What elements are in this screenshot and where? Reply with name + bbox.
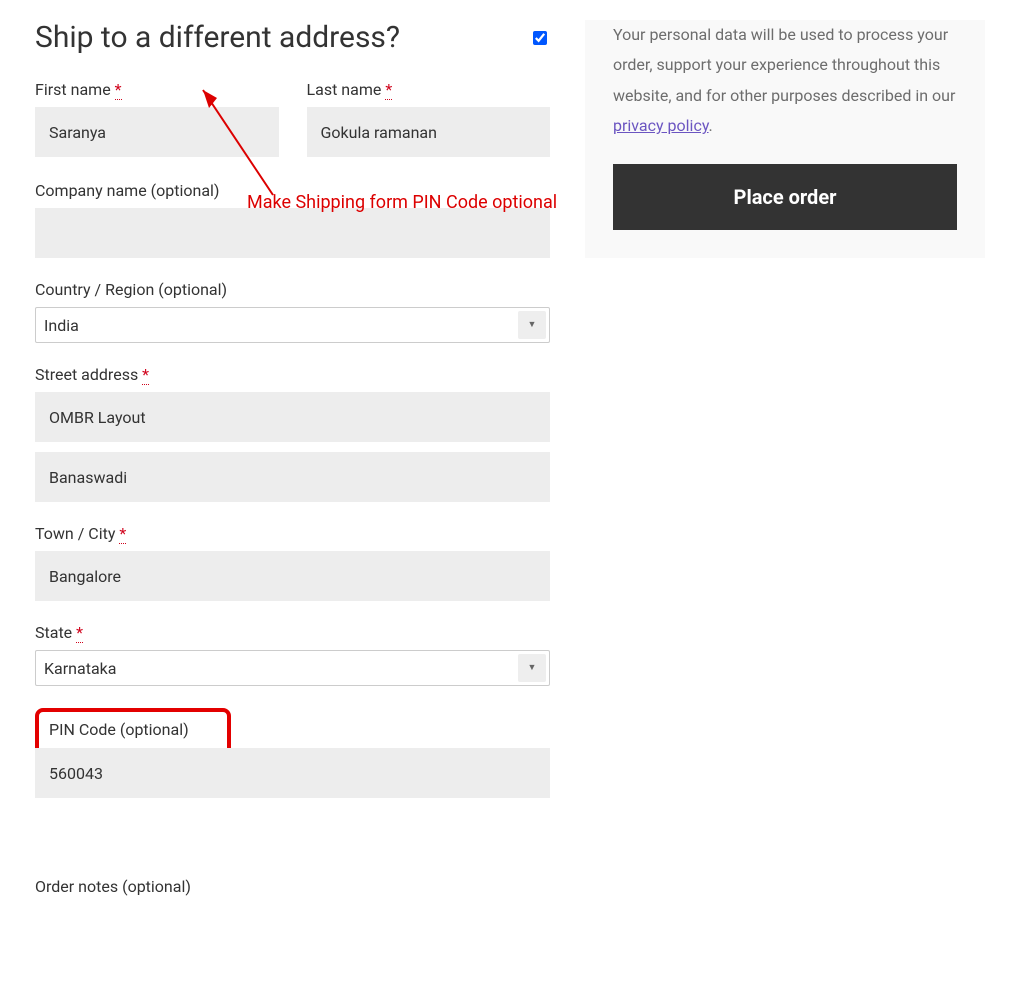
company-input[interactable]: [35, 208, 550, 258]
shipping-heading: Ship to a different address?: [35, 20, 400, 56]
pin-input[interactable]: [35, 748, 550, 798]
privacy-blurb: Your personal data will be used to proce…: [613, 25, 955, 105]
street-label: Street address *: [35, 365, 550, 384]
pin-label: PIN Code (optional): [49, 720, 219, 739]
country-select[interactable]: India ▼: [35, 307, 550, 343]
shipping-form: Ship to a different address? Make Shippi…: [0, 20, 585, 904]
label-text: First name: [35, 80, 111, 99]
privacy-text: Your personal data will be used to proce…: [613, 20, 957, 142]
period: .: [709, 116, 713, 135]
city-input[interactable]: [35, 551, 550, 601]
label-text: Street address: [35, 365, 138, 384]
company-label: Company name (optional): [35, 181, 550, 200]
city-label: Town / City *: [35, 524, 550, 543]
first-name-label: First name *: [35, 80, 279, 99]
label-text: Last name: [307, 80, 382, 99]
chevron-down-icon: ▼: [518, 311, 546, 339]
required-mark: *: [76, 623, 83, 643]
required-mark: *: [142, 365, 149, 385]
ship-different-checkbox[interactable]: [533, 31, 547, 45]
state-select[interactable]: Karnataka ▼: [35, 650, 550, 686]
state-value: Karnataka: [44, 659, 116, 678]
last-name-label: Last name *: [307, 80, 551, 99]
country-value: India: [44, 316, 79, 335]
required-mark: *: [115, 80, 122, 100]
state-label: State *: [35, 623, 550, 642]
required-mark: *: [119, 524, 126, 544]
label-text: Town / City: [35, 524, 115, 543]
order-sidebar: Your personal data will be used to proce…: [585, 20, 1000, 258]
place-order-button[interactable]: Place order: [613, 164, 957, 230]
street2-input[interactable]: [35, 452, 550, 502]
first-name-input[interactable]: [35, 107, 279, 157]
label-text: State: [35, 623, 72, 642]
chevron-down-icon: ▼: [518, 654, 546, 682]
country-label: Country / Region (optional): [35, 280, 550, 299]
last-name-input[interactable]: [307, 107, 551, 157]
privacy-policy-link[interactable]: privacy policy: [613, 116, 709, 135]
street1-input[interactable]: [35, 392, 550, 442]
required-mark: *: [385, 80, 392, 100]
notes-label: Order notes (optional): [35, 877, 550, 896]
